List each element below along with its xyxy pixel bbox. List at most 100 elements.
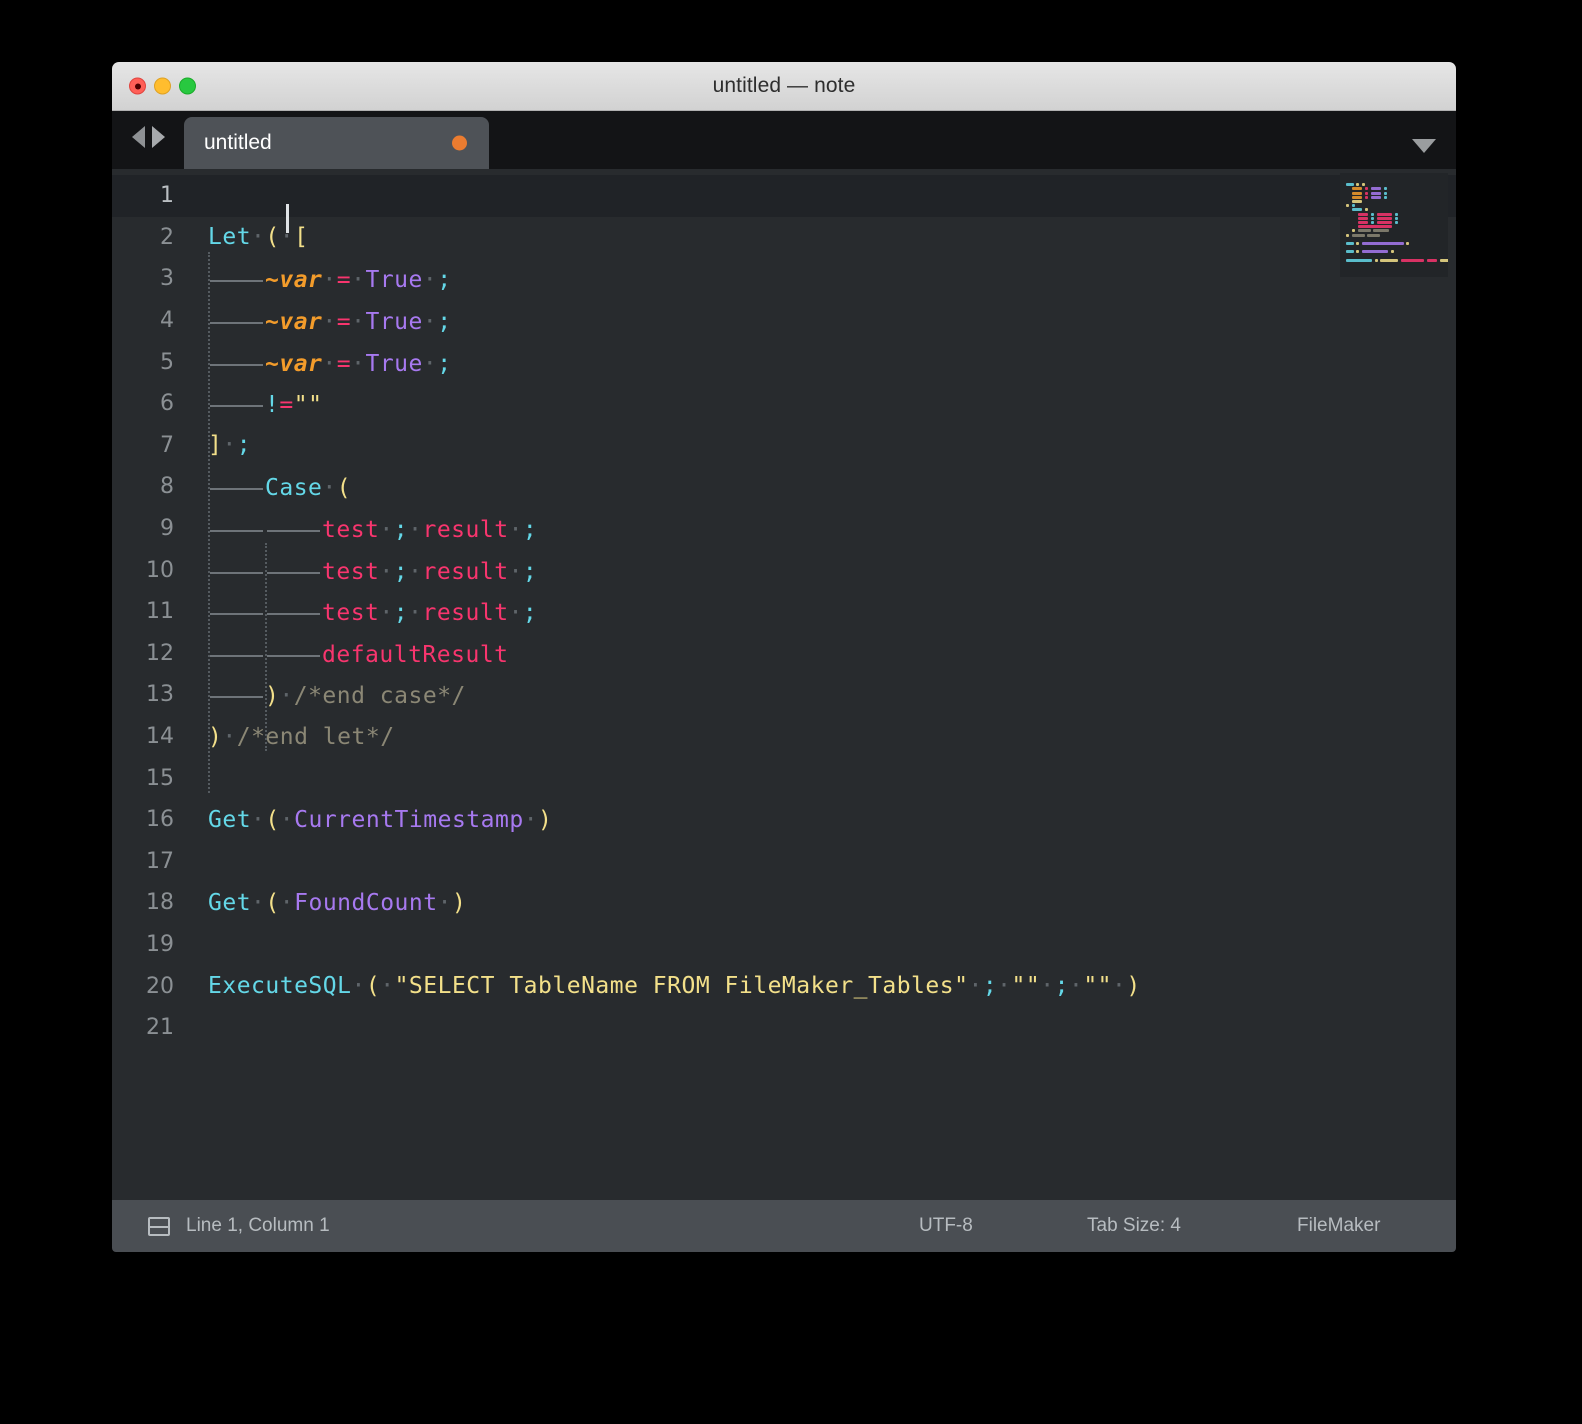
- line-source[interactable]: Get (FoundCount): [190, 890, 466, 916]
- space-dot: [408, 600, 422, 626]
- code-line[interactable]: 19: [112, 924, 1456, 966]
- line-number: 10: [146, 557, 174, 583]
- token-empty-string: "": [1083, 973, 1113, 1000]
- code-line[interactable]: 5 ~var = True;: [112, 341, 1456, 383]
- tab-whitespace: [208, 597, 265, 620]
- token-function: Get: [208, 806, 252, 833]
- code-line[interactable]: 14 ) /*end let*/: [112, 716, 1456, 758]
- line-source[interactable]: ~var = True;: [190, 306, 452, 335]
- token-function: Get: [208, 889, 252, 916]
- tab-whitespace: [208, 306, 265, 329]
- line-source[interactable]: test; result;: [190, 597, 537, 626]
- minimap-token: [1362, 250, 1388, 254]
- close-button[interactable]: [129, 77, 146, 95]
- token-semicolon: ;: [236, 432, 252, 459]
- code-minimap[interactable]: [1340, 173, 1448, 277]
- app-window: untitled — note untitled 1 2 Let ([: [112, 62, 1456, 1252]
- minimap-token: [1394, 221, 1398, 224]
- split-pane-icon[interactable]: [148, 1216, 170, 1236]
- line-number: 16: [146, 807, 174, 833]
- line-source[interactable]: Let ([: [190, 224, 308, 250]
- tab-whitespace: [208, 556, 265, 579]
- token-function: ExecuteSQL: [208, 973, 352, 1000]
- code-line[interactable]: 3 ~var = True;: [112, 258, 1456, 300]
- traffic-lights: [129, 77, 196, 95]
- line-source[interactable]: ) /*end case*/: [190, 680, 466, 709]
- tab-size-label[interactable]: Tab Size: 4: [1087, 1215, 1181, 1237]
- chevron-down-icon[interactable]: [1412, 139, 1436, 153]
- line-source[interactable]: ExecuteSQL ("SELECT TableName FROM FileMa…: [190, 973, 1141, 999]
- minimap-token: [1352, 191, 1363, 195]
- code-line[interactable]: 8 Case (: [112, 466, 1456, 508]
- token-semicolon: ;: [522, 600, 538, 627]
- space-dot: [379, 559, 393, 585]
- line-source[interactable]: ) /*end let*/: [190, 724, 395, 750]
- minimize-button[interactable]: [154, 77, 171, 95]
- code-line[interactable]: 9 test; result;: [112, 508, 1456, 550]
- space-dot: [322, 309, 336, 335]
- minimap-token: [1383, 187, 1387, 191]
- token-constant: FoundCount: [294, 889, 438, 916]
- line-source[interactable]: Get (CurrentTimestamp): [190, 807, 552, 833]
- space-dot: [423, 267, 437, 293]
- minimap-token: [1373, 229, 1389, 233]
- code-line[interactable]: 18 Get (FoundCount): [112, 882, 1456, 924]
- code-line[interactable]: 1: [112, 175, 1456, 233]
- minimap-token: [1376, 221, 1393, 224]
- space-dot: [351, 309, 365, 335]
- line-source[interactable]: test; result;: [190, 514, 537, 543]
- code-line[interactable]: 21: [112, 1007, 1456, 1049]
- code-line[interactable]: 17: [112, 841, 1456, 883]
- minimap-token: [1352, 187, 1363, 191]
- minimap-token: [1351, 204, 1355, 208]
- token-semicolon: ;: [982, 973, 998, 1000]
- code-line[interactable]: 16 Get (CurrentTimestamp): [112, 799, 1456, 841]
- code-line[interactable]: 15: [112, 757, 1456, 799]
- space-dot: [408, 517, 422, 543]
- code-line[interactable]: 10 test; result;: [112, 549, 1456, 591]
- code-line[interactable]: 11 test; result;: [112, 591, 1456, 633]
- line-number: 11: [146, 599, 174, 625]
- code-line[interactable]: 6 !="": [112, 383, 1456, 425]
- token-semicolon: ;: [393, 517, 409, 544]
- nav-back-icon[interactable]: [131, 126, 145, 148]
- token-operator: =: [336, 350, 352, 377]
- code-line[interactable]: 13 ) /*end case*/: [112, 674, 1456, 716]
- space-dot: [351, 267, 365, 293]
- code-line[interactable]: 12 defaultResult: [112, 633, 1456, 675]
- line-number: 21: [146, 1015, 174, 1041]
- token-keyword: test: [322, 600, 380, 627]
- code-line[interactable]: 7 ];: [112, 425, 1456, 467]
- line-source[interactable]: ];: [190, 432, 251, 458]
- code-area[interactable]: 1 2 Let ([ 3 ~var = True; 4 ~var = True; 5 ~v…: [112, 169, 1456, 1048]
- line-source[interactable]: ~var = True;: [190, 264, 452, 293]
- line-source[interactable]: Case (: [190, 472, 351, 501]
- token-constant: True: [365, 350, 423, 377]
- minimap-token: [1371, 212, 1374, 216]
- syntax-mode-label[interactable]: FileMaker: [1297, 1215, 1380, 1237]
- minimap-token: [1346, 233, 1349, 237]
- line-source[interactable]: ~var = True;: [190, 348, 452, 377]
- minimap-token: [1346, 250, 1354, 254]
- token-paren: (: [265, 889, 280, 916]
- line-source[interactable]: test; result;: [190, 556, 537, 585]
- code-editor[interactable]: 1 2 Let ([ 3 ~var = True; 4 ~var = True; 5 ~v…: [112, 169, 1456, 1200]
- tab-whitespace: [208, 348, 265, 371]
- tab-whitespace: [208, 389, 265, 412]
- minimap-token: [1357, 229, 1371, 233]
- tab-label: untitled: [204, 131, 272, 154]
- code-line[interactable]: 2 Let ([: [112, 217, 1456, 259]
- zoom-button[interactable]: [179, 77, 196, 95]
- code-line[interactable]: 4 ~var = True;: [112, 300, 1456, 342]
- minimap-token: [1358, 212, 1369, 216]
- line-source[interactable]: defaultResult: [190, 639, 509, 668]
- minimap-token: [1346, 204, 1349, 208]
- minimap-token: [1370, 195, 1381, 199]
- tab-untitled[interactable]: untitled: [184, 117, 489, 169]
- code-line[interactable]: 20 ExecuteSQL ("SELECT TableName FROM Fil…: [112, 965, 1456, 1007]
- minimap-token: [1383, 191, 1387, 195]
- nav-forward-icon[interactable]: [151, 126, 165, 148]
- status-bar: Line 1, Column 1 UTF-8 Tab Size: 4 FileM…: [112, 1200, 1456, 1252]
- token-keyword: test: [322, 517, 380, 544]
- encoding-label[interactable]: UTF-8: [919, 1215, 973, 1237]
